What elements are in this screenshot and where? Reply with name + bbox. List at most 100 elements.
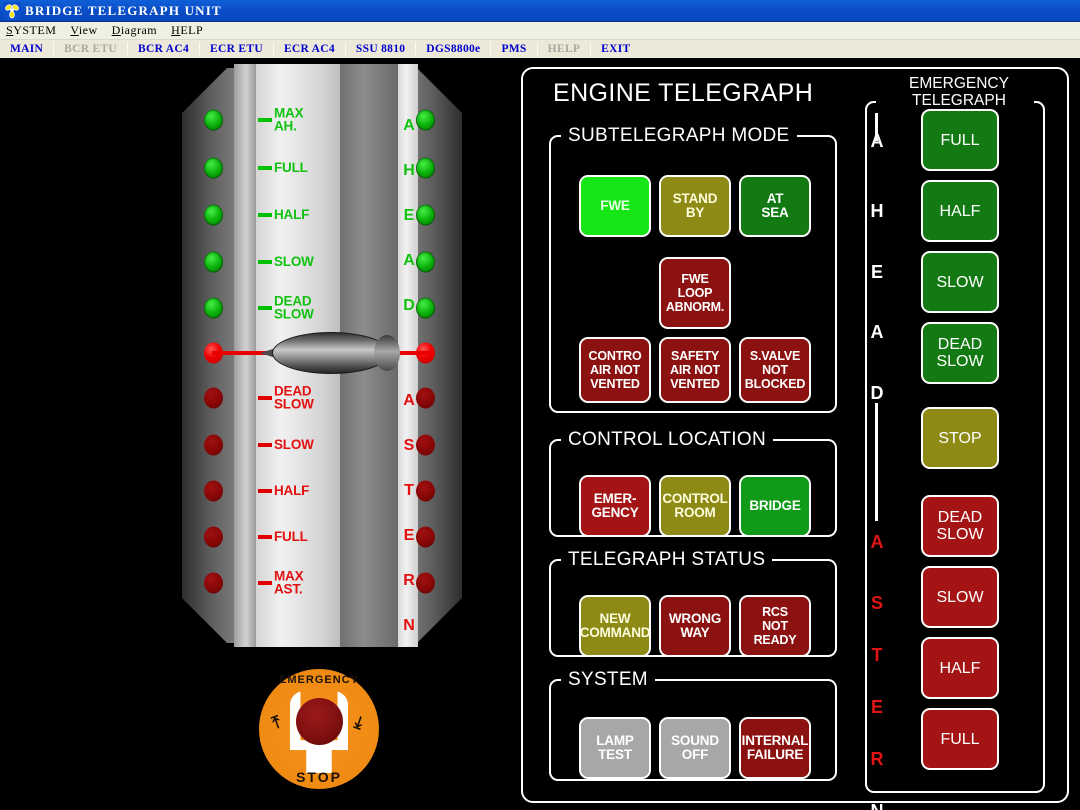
lamp-at-sea[interactable]: AT SEA [739, 175, 811, 237]
telegraph-led [416, 251, 435, 273]
toolbar-button-help: HELP [547, 43, 581, 55]
telegraph-led [204, 572, 223, 594]
telegraph-pointer[interactable] [202, 332, 442, 374]
lamp-emer-gency[interactable]: EMER- GENCY [579, 475, 651, 537]
emergency-telegraph-button-slow[interactable]: SLOW [921, 251, 999, 313]
telegraph-direction-letter: A [403, 252, 415, 269]
menu-accelerator: V [70, 23, 79, 37]
group-telegraph-status: TELEGRAPH STATUS NEW COMMAND WRONG WAY RCS … [549, 549, 837, 657]
lamp-s-valve-not-blocked[interactable]: S.VALVE NOT BLOCKED [739, 337, 811, 403]
telegraph-scale-label: SLOW [274, 253, 314, 269]
toolbar-button-bcr-etu: BCR ETU [64, 43, 118, 55]
menu-bar[interactable]: SYSTEM View Diagram HELP [0, 22, 1080, 40]
lamp-internal-failure[interactable]: INTERNAL FAILURE [739, 717, 811, 779]
telegraph-direction-letter: T [404, 482, 414, 499]
emergency-telegraph-direction-letter: T [871, 645, 883, 665]
lamp-control-room[interactable]: CONTROL ROOM [659, 475, 731, 537]
telegraph-led [204, 251, 223, 273]
emergency-telegraph-button-dead-slow[interactable]: DEAD SLOW [921, 322, 999, 384]
toolbar-button-bcr-ac4[interactable]: BCR AC4 [128, 40, 199, 58]
lamp-sound-off[interactable]: SOUND OFF [659, 717, 731, 779]
telegraph-led [416, 204, 435, 226]
group-legend: SUBTELEGRAPH MODE [568, 125, 790, 146]
menu-item-diagram[interactable]: Diagram [112, 23, 158, 38]
emergency-telegraph-button-slow[interactable]: SLOW [921, 566, 999, 628]
menu-label-rest: iagram [120, 23, 158, 37]
lamp-lamp-test[interactable]: LAMP TEST [579, 717, 651, 779]
telegraph-scale-tick [258, 443, 272, 447]
menu-label-rest: iew [78, 23, 98, 37]
console-title: ENGINE TELEGRAPH [553, 79, 814, 107]
lamp-rcs-not-ready[interactable]: RCS NOT READY [739, 595, 811, 657]
telegraph-direction-letter: A [403, 117, 415, 134]
telegraph-scale-tick [258, 166, 272, 170]
menu-item-help[interactable]: HELP [171, 23, 203, 38]
telegraph-scale-label: DEAD SLOW [274, 293, 314, 321]
toolbar-button-dgs8800e[interactable]: DGS8800e [416, 40, 490, 58]
toolbar-button-ecr-etu[interactable]: ECR ETU [200, 40, 273, 58]
telegraph-scale-tick [258, 118, 272, 122]
telegraph-direction-letter: H [403, 162, 415, 179]
lamp-fwe[interactable]: FWE [579, 175, 651, 237]
telegraph-direction-letter: N [403, 617, 415, 634]
emergency-telegraph-button-full[interactable]: FULL [921, 708, 999, 770]
toolbar-button-main[interactable]: MAIN [0, 40, 53, 58]
menu-accelerator: H [171, 23, 181, 37]
group-subtelegraph-mode: SUBTELEGRAPH MODE FWE STAND BY AT SEA FWE LO… [549, 125, 837, 413]
telegraph-led [416, 526, 435, 548]
telegraph-led [204, 204, 223, 226]
group-legend: CONTROL LOCATION [568, 429, 766, 450]
lamp-contro-air-not-vented[interactable]: CONTRO AIR NOT VENTED [579, 337, 651, 403]
lamp-safety-air-not-vented[interactable]: SAFETY AIR NOT VENTED [659, 337, 731, 403]
group-legend: TELEGRAPH STATUS [568, 549, 766, 570]
telegraph-led [204, 297, 223, 319]
lamp-wrong-way[interactable]: WRONG WAY [659, 595, 731, 657]
emergency-telegraph-button-full[interactable]: FULL [921, 109, 999, 171]
toolbar-button-ssu-8810[interactable]: SSU 8810 [346, 40, 415, 58]
pointer-cap [374, 335, 400, 371]
menu-item-system[interactable]: SYSTEM [6, 23, 56, 38]
emergency-telegraph-rail [875, 403, 878, 521]
emergency-stop-top-label: EMERGENCY [279, 674, 359, 686]
lamp-fwe-loop-abnorm-[interactable]: FWE LOOP ABNORM. [659, 257, 731, 329]
emergency-telegraph-direction-letter: R [870, 749, 884, 769]
telegraph-scale-label: HALF [274, 206, 310, 222]
telegraph-led [204, 434, 223, 456]
emergency-telegraph-button-half[interactable]: HALF [921, 637, 999, 699]
toolbar-button-exit[interactable]: EXIT [591, 40, 640, 58]
lamp-bridge[interactable]: BRIDGE [739, 475, 811, 537]
emergency-telegraph-direction-letter: E [870, 697, 883, 717]
emergency-telegraph-direction-letter: E [870, 262, 883, 282]
telegraph-scale-label: SLOW [274, 436, 314, 452]
telegraph-scale-label: MAX AST. [274, 568, 304, 596]
emergency-telegraph-button-dead-slow[interactable]: DEAD SLOW [921, 495, 999, 557]
menu-item-view[interactable]: View [70, 23, 97, 38]
window-titlebar: BRIDGE TELEGRAPH UNIT [0, 0, 1080, 22]
telegraph-led [416, 434, 435, 456]
toolbar-button-ecr-ac4[interactable]: ECR AC4 [274, 40, 345, 58]
mechanical-telegraph-unit: MAX AH. FULL HALF SLOW DEAD SLOW DEAD SLOW SLO… [182, 64, 462, 647]
telegraph-direction-letter: E [403, 207, 415, 224]
telegraph-direction-letter: R [403, 572, 415, 589]
telegraph-scale-tick [258, 260, 272, 264]
lamp-stand-by[interactable]: STAND BY [659, 175, 731, 237]
engine-telegraph-console: ENGINE TELEGRAPH SUBTELEGRAPH MODE FWE STA… [521, 67, 1069, 810]
window-title: BRIDGE TELEGRAPH UNIT [25, 2, 222, 18]
telegraph-scale-label: FULL [274, 159, 308, 175]
lamp-new-command[interactable]: NEW COMMAND [579, 595, 651, 657]
emergency-telegraph-button-half[interactable]: HALF [921, 180, 999, 242]
emergency-telegraph-direction-letter: D [870, 383, 884, 403]
module-toolbar[interactable]: MAIN BCR ETU BCR AC4 ECR ETU ECR AC4 SSU 8810… [0, 40, 1080, 60]
toolbar-button-pms[interactable]: PMS [491, 40, 536, 58]
telegraph-scale-label: DEAD SLOW [274, 383, 314, 411]
emergency-telegraph-direction-letter: A [870, 532, 884, 552]
emergency-stop-mushroom[interactable] [296, 698, 343, 745]
telegraph-led [204, 526, 223, 548]
emergency-telegraph-button-stop[interactable]: STOP [921, 407, 999, 469]
emergency-stop-button[interactable]: EMERGENCY STOP ⤒ ⤓ [249, 669, 389, 805]
propeller-icon [3, 1, 21, 20]
telegraph-led [204, 387, 223, 409]
telegraph-led [416, 297, 435, 319]
telegraph-direction-letter: A [403, 392, 415, 409]
telegraph-scale-label: HALF [274, 482, 310, 498]
